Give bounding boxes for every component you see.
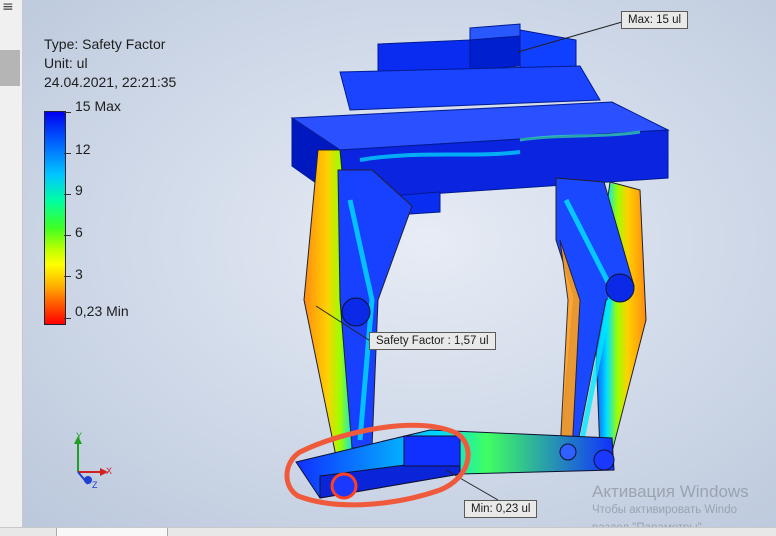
top-mount-block xyxy=(339,23,601,111)
scale-tick xyxy=(64,235,71,236)
left-panel-strip[interactable]: ≡ xyxy=(0,0,23,536)
axis-y-label: Y xyxy=(76,431,83,441)
activation-watermark-title: Активация Windows xyxy=(592,482,749,501)
color-scale-bar xyxy=(44,111,66,325)
axis-triad xyxy=(74,436,108,485)
min-callout[interactable]: Min: 0,23 ul xyxy=(464,500,538,518)
min-location-joint xyxy=(330,472,358,500)
activation-watermark-line1: Чтобы активировать Windo xyxy=(592,504,737,516)
scale-label-min: 0,23 Min xyxy=(75,303,129,319)
axis-x-label: X xyxy=(106,466,113,476)
right-knee-joint xyxy=(605,273,635,303)
menu-icon[interactable]: ≡ xyxy=(2,0,14,14)
max-callout[interactable]: Max: 15 ul xyxy=(621,11,689,29)
legend-type: Type: Safety Factor xyxy=(44,36,166,52)
document-tab[interactable] xyxy=(56,528,168,536)
scale-tick xyxy=(64,153,71,154)
scale-label-3: 3 xyxy=(75,266,83,282)
scale-tick xyxy=(64,276,71,277)
legend-unit: Unit: ul xyxy=(44,55,88,71)
scale-label-max: 15 Max xyxy=(75,98,121,114)
scale-tick xyxy=(64,194,71,195)
scale-label-12: 12 xyxy=(75,141,91,157)
scale-label-9: 9 xyxy=(75,182,83,198)
scale-tick xyxy=(64,318,71,319)
scale-label-6: 6 xyxy=(75,224,83,240)
3d-viewport[interactable]: ≡ Type: Safety Factor Unit: ul 24.04.202… xyxy=(0,0,776,536)
legend-timestamp: 24.04.2021, 22:21:35 xyxy=(44,74,177,90)
bottom-tab-bar xyxy=(0,527,776,536)
scrollbar-thumb[interactable] xyxy=(0,50,20,86)
probe-callout[interactable]: Safety Factor : 1,57 ul xyxy=(369,332,496,350)
left-knee-joint xyxy=(341,297,371,327)
axis-z-label: Z xyxy=(92,480,98,490)
scale-tick xyxy=(64,112,71,113)
